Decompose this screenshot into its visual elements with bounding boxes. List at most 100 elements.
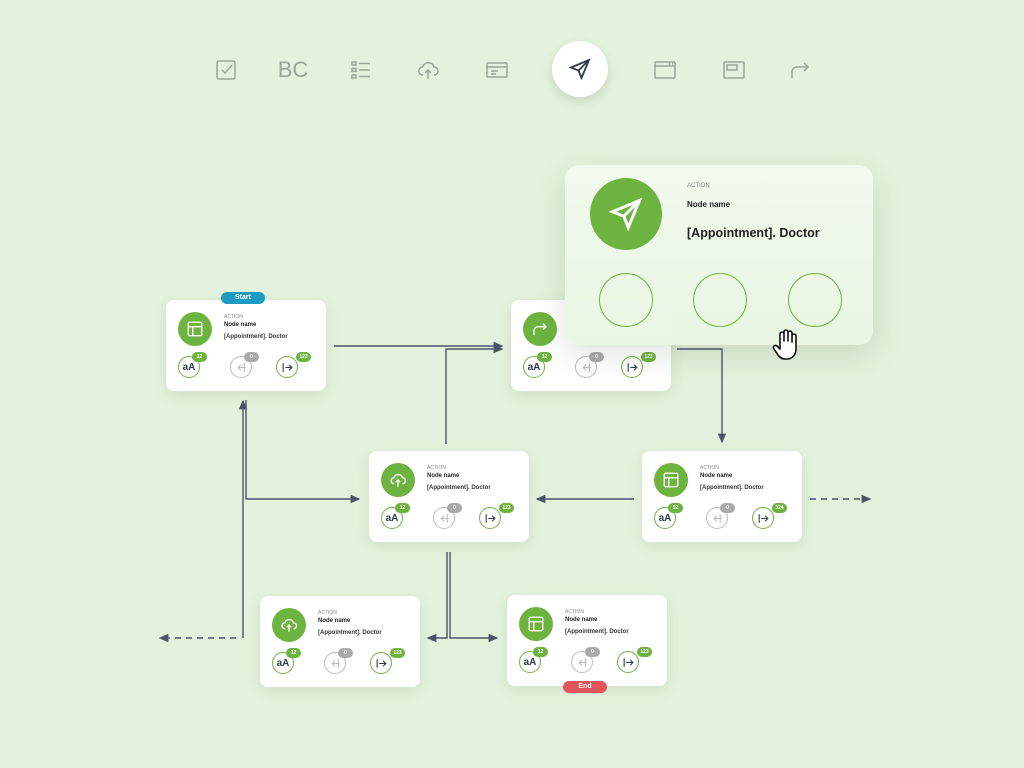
input-button[interactable]: 0 bbox=[571, 647, 600, 673]
arrow-in-icon bbox=[330, 658, 340, 668]
popup-kind: Action bbox=[687, 183, 710, 189]
popup-option-1[interactable] bbox=[599, 273, 653, 327]
arrow-out-icon bbox=[627, 362, 638, 372]
popup-icon bbox=[590, 178, 662, 250]
output-button[interactable]: 123 bbox=[479, 503, 514, 529]
input-button[interactable]: 0 bbox=[575, 352, 604, 378]
count-badge: 0 bbox=[589, 352, 604, 362]
arrow-in-icon bbox=[236, 362, 246, 372]
arrow-in-icon bbox=[712, 513, 722, 523]
input-button[interactable]: 0 bbox=[433, 503, 462, 529]
input-button[interactable]: 0 bbox=[706, 503, 735, 529]
count-badge: 123 bbox=[499, 503, 514, 513]
arrow-out-icon bbox=[376, 658, 387, 668]
node-detail-popup[interactable]: Action Node name [Appointment]. Doctor bbox=[565, 165, 873, 345]
node-name: Node name bbox=[700, 473, 733, 479]
count-badge: 0 bbox=[720, 503, 735, 513]
count-badge: 12 bbox=[395, 503, 410, 513]
node-subtitle: [Appointment]. Doctor bbox=[427, 485, 491, 491]
count-badge: 0 bbox=[338, 648, 353, 658]
layout-icon bbox=[528, 616, 544, 632]
count-badge: 12 bbox=[192, 352, 207, 362]
count-badge: 0 bbox=[585, 647, 600, 657]
arrow-out-icon bbox=[282, 362, 293, 372]
node-icon bbox=[523, 312, 557, 346]
text-button[interactable]: aA 12 bbox=[523, 352, 552, 378]
node-subtitle: [Appointment]. Doctor bbox=[700, 485, 764, 491]
node-kind: Action bbox=[224, 314, 243, 320]
text-button[interactable]: aA 12 bbox=[381, 503, 410, 529]
count-badge: 0 bbox=[447, 503, 462, 513]
node-icon bbox=[381, 463, 415, 497]
text-button[interactable]: aA 52 bbox=[654, 503, 683, 529]
node-subtitle: [Appointment]. Doctor bbox=[224, 334, 288, 340]
layout-icon bbox=[187, 321, 203, 337]
text-button-label: aA bbox=[527, 361, 541, 373]
output-button[interactable]: 123 bbox=[621, 352, 656, 378]
popup-option-3[interactable] bbox=[788, 273, 842, 327]
output-button[interactable]: 123 bbox=[276, 352, 311, 378]
node-icon bbox=[519, 607, 553, 641]
text-button-label: aA bbox=[385, 512, 399, 524]
output-button[interactable]: 123 bbox=[370, 648, 405, 674]
forward-arrow-icon bbox=[533, 323, 547, 335]
cloud-upload-icon bbox=[281, 618, 298, 632]
text-button-label: aA bbox=[182, 361, 196, 373]
arrow-out-icon bbox=[485, 513, 496, 523]
text-button[interactable]: aA 12 bbox=[519, 647, 548, 673]
node-name: Node name bbox=[318, 618, 351, 624]
count-badge: 0 bbox=[244, 352, 259, 362]
text-button[interactable]: aA 12 bbox=[178, 352, 207, 378]
arrow-out-icon bbox=[758, 513, 769, 523]
arrow-in-icon bbox=[581, 362, 591, 372]
connector-n1-n3 bbox=[245, 400, 361, 504]
count-badge: 12 bbox=[286, 648, 301, 658]
input-button[interactable]: 0 bbox=[324, 648, 353, 674]
node-kind: Action bbox=[318, 610, 337, 616]
node-subtitle: [Appointment]. Doctor bbox=[318, 630, 382, 636]
node-icon bbox=[654, 463, 688, 497]
text-button-label: aA bbox=[276, 657, 290, 669]
node-card[interactable]: Action Node name [Appointment]. Doctor a… bbox=[369, 451, 529, 542]
count-badge: 123 bbox=[296, 352, 311, 362]
text-button-label: aA bbox=[658, 512, 672, 524]
arrow-in-icon bbox=[577, 657, 587, 667]
node-card[interactable]: Action Node name [Appointment]. Doctor a… bbox=[642, 451, 802, 542]
send-icon bbox=[608, 197, 643, 232]
node-card[interactable]: Action Node name [Appointment]. Doctor a… bbox=[166, 300, 326, 391]
count-badge: 12 bbox=[537, 352, 552, 362]
popup-node-name: Node name bbox=[687, 200, 731, 209]
text-button-label: aA bbox=[523, 656, 537, 668]
node-kind: Action bbox=[427, 465, 446, 471]
output-button[interactable]: 123 bbox=[617, 647, 652, 673]
cloud-upload-icon bbox=[390, 473, 407, 487]
input-button[interactable]: 0 bbox=[230, 352, 259, 378]
node-kind: Action bbox=[700, 465, 719, 471]
node-card[interactable]: Action Node name [Appointment]. Doctor a… bbox=[260, 596, 420, 687]
node-icon bbox=[272, 608, 306, 642]
popup-subtitle: [Appointment]. Doctor bbox=[687, 226, 820, 240]
count-badge: 12 bbox=[533, 647, 548, 657]
node-kind: Action bbox=[565, 609, 584, 615]
node-name: Node name bbox=[427, 473, 460, 479]
hand-cursor-icon bbox=[772, 329, 797, 360]
count-badge: 123 bbox=[637, 647, 652, 657]
count-badge: 123 bbox=[390, 648, 405, 658]
count-badge: 324 bbox=[772, 503, 787, 513]
layout-icon bbox=[663, 472, 679, 488]
connector-n3-n2 bbox=[445, 344, 504, 444]
end-badge: End bbox=[563, 681, 607, 693]
popup-option-2[interactable] bbox=[693, 273, 747, 327]
node-name: Node name bbox=[565, 617, 598, 623]
start-badge: Start bbox=[221, 292, 265, 304]
node-subtitle: [Appointment]. Doctor bbox=[565, 629, 629, 635]
connector-n2-n4 bbox=[677, 348, 727, 444]
text-button[interactable]: aA 12 bbox=[272, 648, 301, 674]
node-name: Node name bbox=[224, 322, 257, 328]
count-badge: 52 bbox=[668, 503, 683, 513]
output-button[interactable]: 324 bbox=[752, 503, 787, 529]
arrow-out-icon bbox=[623, 657, 634, 667]
node-icon bbox=[178, 312, 212, 346]
count-badge: 123 bbox=[641, 352, 656, 362]
node-card[interactable]: Action Node name [Appointment]. Doctor a… bbox=[507, 595, 667, 686]
